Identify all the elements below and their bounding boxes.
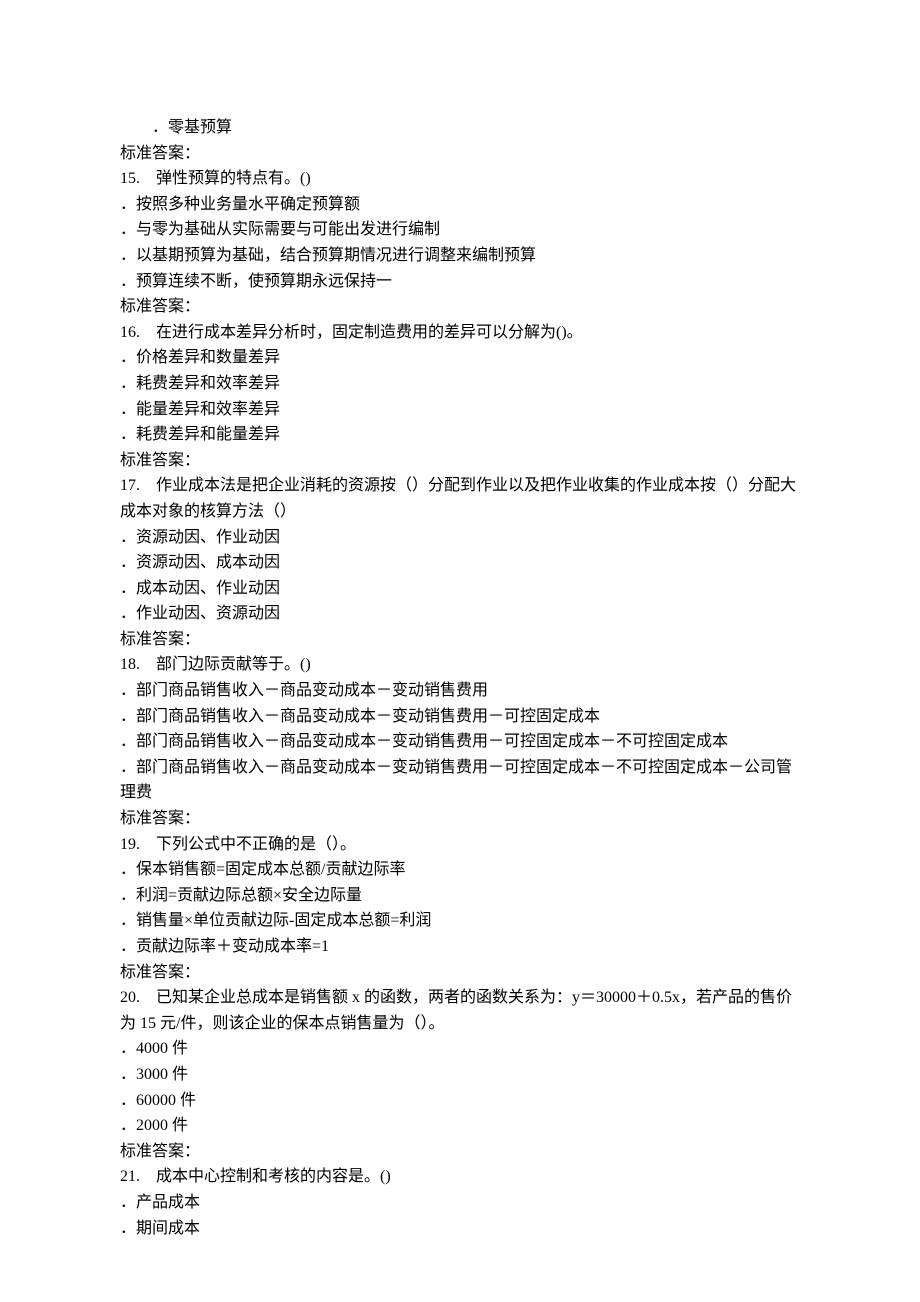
question-text: 作业成本法是把企业消耗的资源按（）分配到作业以及把作业收集的作业成本按（）分配大… (120, 477, 796, 520)
option: ．成本动因、作业动因 (120, 576, 800, 602)
option: ．销售量×单位贡献边际-固定成本总额=利润 (120, 908, 800, 934)
option: ．按照多种业务量水平确定预算额 (120, 192, 800, 218)
question-text: 成本中心控制和考核的内容是。() (156, 1168, 391, 1185)
question-text: 已知某企业总成本是销售额 x 的函数，两者的函数关系为：y＝30000＋0.5x… (120, 989, 792, 1032)
question-text: 部门边际贡献等于。() (156, 656, 311, 673)
option: ．耗费差异和效率差异 (120, 371, 800, 397)
stray-option: ．零基预算 (120, 115, 800, 141)
option: ．部门商品销售收入－商品变动成本－变动销售费用－可控固定成本 (120, 704, 800, 730)
question-text: 下列公式中不正确的是（）。 (156, 836, 356, 853)
option: ．耗费差异和能量差异 (120, 422, 800, 448)
option: ．期间成本 (120, 1216, 800, 1242)
answer-label: 标准答案： (120, 448, 800, 474)
option: ．与零为基础从实际需要与可能出发进行编制 (120, 217, 800, 243)
answer-label: 标准答案： (120, 1139, 800, 1165)
option: ．资源动因、成本动因 (120, 550, 800, 576)
option: ．4000 件 (120, 1036, 800, 1062)
question-header: 20.已知某企业总成本是销售额 x 的函数，两者的函数关系为：y＝30000＋0… (120, 985, 800, 1036)
question-header: 19. 下列公式中不正确的是（）。 (120, 832, 800, 858)
answer-label: 标准答案： (120, 960, 800, 986)
question-number: 15. (120, 170, 140, 187)
question-header: 18. 部门边际贡献等于。() (120, 652, 800, 678)
option: ．预算连续不断，使预算期永远保持一 (120, 269, 800, 295)
question-text: 弹性预算的特点有。() (156, 170, 311, 187)
option: ．利润=贡献边际总额×安全边际量 (120, 883, 800, 909)
question-header: 21. 成本中心控制和考核的内容是。() (120, 1164, 800, 1190)
answer-label: 标准答案： (120, 806, 800, 832)
option: ．保本销售额=固定成本总额/贡献边际率 (120, 857, 800, 883)
option: ．部门商品销售收入－商品变动成本－变动销售费用－可控固定成本－不可控固定成本 (120, 729, 800, 755)
question-header: 17.作业成本法是把企业消耗的资源按（）分配到作业以及把作业收集的作业成本按（）… (120, 473, 800, 524)
option: ．能量差异和效率差异 (120, 397, 800, 423)
option: ．以基期预算为基础，结合预算期情况进行调整来编制预算 (120, 243, 800, 269)
answer-label: 标准答案： (120, 627, 800, 653)
option: ．价格差异和数量差异 (120, 345, 800, 371)
option: ．资源动因、作业动因 (120, 525, 800, 551)
option: ．作业动因、资源动因 (120, 601, 800, 627)
option: ．产品成本 (120, 1190, 800, 1216)
answer-label: 标准答案： (120, 141, 800, 167)
option: ．部门商品销售收入－商品变动成本－变动销售费用－可控固定成本－不可控固定成本－公… (120, 755, 800, 806)
option: ．60000 件 (120, 1088, 800, 1114)
document-page: ．零基预算 标准答案： 15. 弹性预算的特点有。() ．按照多种业务量水平确定预算… (0, 0, 920, 1301)
question-header: 15. 弹性预算的特点有。() (120, 166, 800, 192)
question-number: 16. (120, 324, 140, 341)
option: ．部门商品销售收入－商品变动成本－变动销售费用 (120, 678, 800, 704)
question-number: 19. (120, 836, 140, 853)
option: ．3000 件 (120, 1062, 800, 1088)
question-header: 16. 在进行成本差异分析时，固定制造费用的差异可以分解为()。 (120, 320, 800, 346)
option: ．贡献边际率＋变动成本率=1 (120, 934, 800, 960)
question-number: 21. (120, 1168, 140, 1185)
question-text: 在进行成本差异分析时，固定制造费用的差异可以分解为()。 (156, 324, 583, 341)
answer-label: 标准答案： (120, 294, 800, 320)
question-number: 20. (120, 989, 140, 1006)
question-number: 17. (120, 477, 140, 494)
question-number: 18. (120, 656, 140, 673)
questions-container: 15. 弹性预算的特点有。() ．按照多种业务量水平确定预算额．与零为基础从实际需要… (120, 166, 800, 1241)
option: ．2000 件 (120, 1113, 800, 1139)
